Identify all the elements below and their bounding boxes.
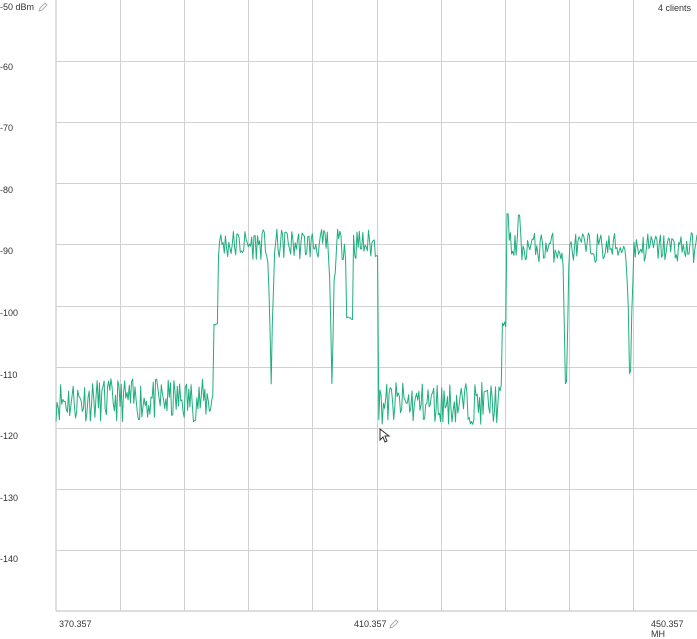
clients-count: 4 clients	[657, 3, 691, 13]
mouse-cursor-icon	[379, 428, 391, 443]
y-tick-label: -130	[0, 493, 19, 503]
x-tick-label-start: 370.357	[59, 619, 92, 629]
x-tick-label-end: 450.357 MH	[651, 619, 684, 639]
y-tick-label: -140	[0, 554, 19, 564]
y-tick-label: -70	[0, 123, 14, 133]
pencil-icon[interactable]	[389, 619, 399, 629]
y-tick-label-top: -50 dBm	[0, 2, 35, 12]
pencil-icon[interactable]	[38, 2, 48, 12]
y-tick-label: -80	[0, 185, 14, 195]
spectrum-plot[interactable]	[0, 0, 697, 630]
y-tick-label: -90	[0, 246, 14, 256]
y-tick-label: -100	[0, 308, 19, 318]
spectrum-trace-0	[55, 213, 697, 425]
y-tick-label: -110	[0, 370, 18, 380]
x-tick-label-center: 410.357	[354, 619, 387, 629]
y-tick-label: -60	[0, 62, 14, 72]
y-tick-label: -120	[0, 431, 19, 441]
